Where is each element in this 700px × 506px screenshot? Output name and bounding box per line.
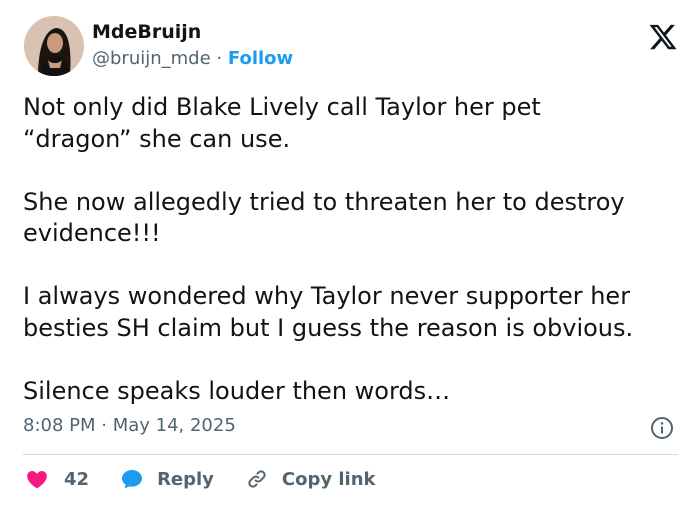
- copy-link-label: Copy link: [281, 468, 376, 490]
- heart-icon: [24, 466, 50, 492]
- user-meta: @bruijn_mde · Follow: [92, 48, 293, 69]
- like-count: 42: [64, 468, 90, 490]
- tweet-text: Not only did Blake Lively call Taylor he…: [23, 93, 634, 405]
- display-name[interactable]: MdeBruijn: [92, 21, 201, 43]
- avatar[interactable]: [24, 16, 84, 76]
- info-icon[interactable]: [650, 416, 674, 440]
- like-button[interactable]: 42: [24, 466, 89, 492]
- follow-button[interactable]: Follow: [228, 48, 293, 69]
- separator-dot: ·: [216, 48, 223, 69]
- user-handle[interactable]: @bruijn_mde: [92, 48, 211, 69]
- link-icon: [244, 466, 270, 492]
- divider: [23, 454, 678, 455]
- tweet-card: MdeBruijn @bruijn_mde · Follow Not only …: [0, 0, 700, 506]
- action-bar: 42 Reply Copy link: [24, 464, 406, 494]
- copy-link-button[interactable]: Copy link: [244, 466, 376, 492]
- reply-button[interactable]: Reply: [119, 466, 214, 492]
- reply-label: Reply: [157, 468, 214, 490]
- tweet-timestamp[interactable]: 8:08 PM · May 14, 2025: [23, 415, 236, 436]
- x-logo-icon[interactable]: [648, 22, 678, 52]
- avatar-image: [24, 16, 84, 76]
- speech-bubble-icon: [119, 466, 145, 492]
